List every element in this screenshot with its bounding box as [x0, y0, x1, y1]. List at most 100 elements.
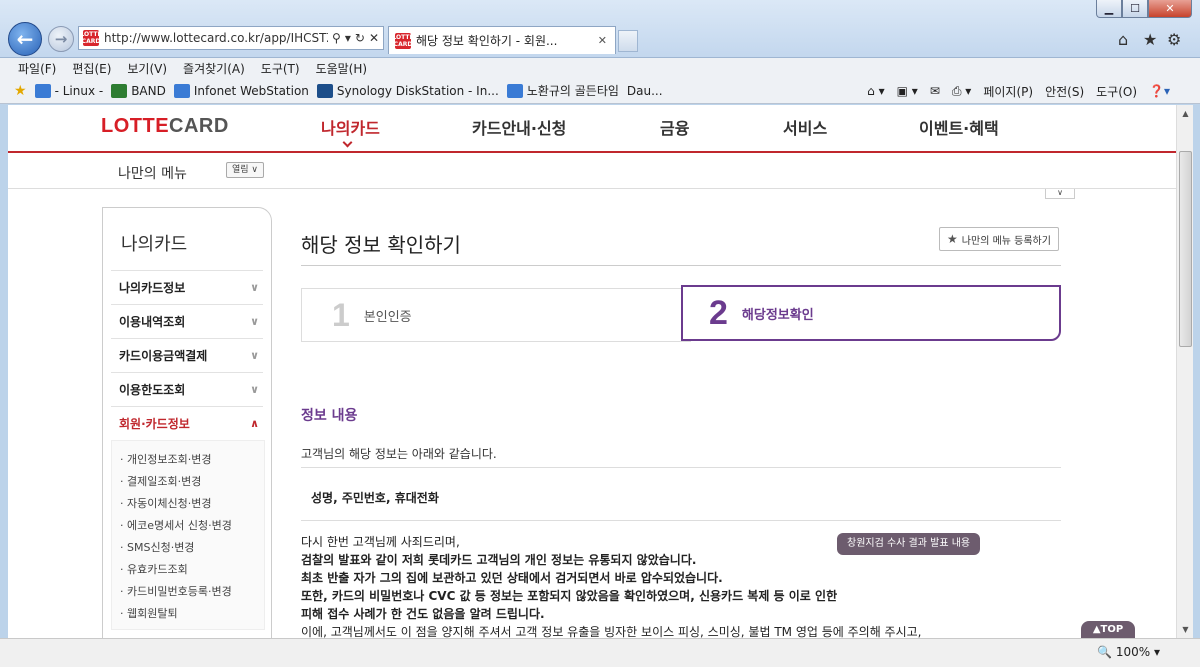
step-indicator: 1 본인인증 2 해당정보확인 [301, 285, 1061, 342]
dropdown-icon[interactable]: ▾ [345, 31, 351, 45]
favorites-star-add-icon[interactable]: ★ [14, 83, 27, 99]
my-menu-open-button[interactable]: 열림 ∨ [226, 162, 264, 178]
dsm-icon [316, 83, 333, 98]
minimize-button[interactable]: ▁ [1096, 0, 1122, 18]
zoom-level[interactable]: 🔍 100% ▾ [1097, 645, 1160, 659]
mail-icon[interactable]: ✉ [930, 84, 940, 98]
lnb-sub-item[interactable]: · 유효카드조회 [120, 561, 188, 577]
search-icon[interactable]: ⚲ [332, 31, 341, 45]
gnb-event[interactable]: 이벤트·혜택 [919, 115, 999, 139]
menu-tools[interactable]: 도구(T) [261, 60, 300, 77]
lnb-item-mycard-info[interactable]: 나의카드정보 ∨ [111, 270, 263, 304]
gnb-mycard[interactable]: 나의카드 [321, 115, 380, 139]
lnb-item-usage[interactable]: 이용내역조회 ∨ [111, 304, 263, 338]
menu-help[interactable]: 도움말(H) [316, 60, 368, 77]
lnb-sub-item[interactable]: · 개인정보조회·변경 [120, 451, 211, 467]
step-2-number: 2 [709, 293, 728, 332]
lnb-sub-item[interactable]: · 자동이체신청·변경 [120, 495, 211, 511]
collapse-chevron-icon[interactable]: ∨ [1045, 189, 1075, 199]
lottecard-logo[interactable]: LOTTECARD [101, 115, 229, 138]
lnb-title: 나의카드 [121, 234, 188, 255]
ie-page-icon [506, 83, 523, 98]
divider [301, 467, 1061, 468]
refresh-icon[interactable]: ↻ [355, 31, 365, 45]
favorites-star-icon[interactable]: ★ [1143, 30, 1157, 49]
tab-title: 해당 정보 확인하기 - 회원... [416, 34, 558, 48]
notice-line: 이에, 고객님께서도 이 점을 양지해 주셔서 고객 정보 유출을 빙자한 보이… [301, 625, 922, 638]
section-title: 정보 내용 [301, 408, 358, 424]
chevron-down-icon: ∨ [250, 383, 259, 396]
scroll-up-icon[interactable]: ▲ [1177, 105, 1194, 122]
step-2-label: 해당정보확인 [741, 307, 814, 323]
address-url[interactable]: http://www.lottecard.co.kr/app/IHCSTZ [104, 31, 328, 45]
page-menu[interactable]: 페이지(P) [983, 83, 1033, 100]
gnb-service[interactable]: 서비스 [783, 115, 827, 139]
chevron-down-icon: ∨ [250, 315, 259, 328]
lnb-sub-item[interactable]: · 웹회원탈퇴 [120, 605, 178, 621]
gear-icon[interactable]: ⚙ [1167, 30, 1181, 49]
favorite-synology[interactable]: Synology DiskStation - In... [316, 83, 499, 98]
scrollbar-thumb[interactable] [1179, 151, 1192, 347]
favorite-linux[interactable]: - Linux - [34, 83, 103, 98]
favorite-goldentime[interactable]: 노환규의 골든타임 [506, 82, 619, 99]
add-my-menu-button[interactable]: ★ 나만의 메뉴 등록하기 [939, 227, 1059, 251]
home-cmd-icon[interactable]: ⌂ ▾ [867, 84, 884, 98]
step-1-label: 본인인증 [363, 309, 412, 325]
notice-line: 또한, 카드의 비밀번호나 CVC 값 등 정보는 포함되지 않았음을 확인하였… [301, 589, 838, 603]
browser-titlebar: ▁ ☐ ✕ ← → LOTTE CARD http://www.lottecard… [0, 0, 1200, 58]
favorite-daum[interactable]: Dau... [627, 84, 663, 98]
close-window-button[interactable]: ✕ [1148, 0, 1192, 18]
menu-file[interactable]: 파일(F) [18, 60, 56, 77]
step-2-active: 2 해당정보확인 [681, 285, 1061, 341]
gnb-card-guide[interactable]: 카드안내·신청 [472, 115, 566, 139]
lnb-item-member-card[interactable]: 회원·카드정보 ∧ [111, 406, 263, 440]
help-icon[interactable]: ❓▾ [1149, 84, 1170, 98]
favorite-band[interactable]: BAND [111, 83, 166, 98]
menu-edit[interactable]: 편집(E) [72, 60, 111, 77]
chevron-down-icon: ∨ [250, 349, 259, 362]
address-bar[interactable]: LOTTE CARD http://www.lottecard.co.kr/app… [78, 26, 384, 50]
ie-page-icon [173, 83, 190, 98]
global-nav: LOTTECARD 나의카드 카드안내·신청 금융 서비스 이벤트·혜택 [8, 105, 1176, 153]
scroll-down-icon[interactable]: ▼ [1177, 621, 1194, 638]
maximize-button[interactable]: ☐ [1122, 0, 1148, 18]
favorite-infonet[interactable]: Infonet WebStation [173, 83, 309, 98]
print-icon[interactable]: ⎙ ▾ [952, 84, 971, 99]
tab-close-icon[interactable]: ✕ [596, 34, 609, 47]
gnb-active-caret-icon [342, 137, 353, 148]
lnb-item-payment[interactable]: 카드이용금액결제 ∨ [111, 338, 263, 372]
menu-view[interactable]: 보기(V) [127, 60, 167, 77]
lnb-sub-item[interactable]: · 에코e명세서 신청·변경 [120, 517, 232, 533]
lnb-sub-item[interactable]: · 결제일조회·변경 [120, 473, 201, 489]
new-tab-button[interactable] [618, 30, 638, 52]
left-nav: 나의카드 나의카드정보 ∨ 이용내역조회 ∨ 카드이용금액결제 ∨ 이용한도조회 ∨ 회… [102, 207, 272, 638]
notice-line: 최초 반출 자가 그의 집에 보관하고 있던 상태에서 검거되면서 바로 압수되… [301, 571, 723, 585]
ie-page-icon [34, 83, 51, 98]
lnb-sub-item[interactable]: · 카드비밀번호등록·변경 [120, 583, 232, 599]
safety-menu[interactable]: 안전(S) [1045, 83, 1084, 100]
menu-bar: 파일(F) 편집(E) 보기(V) 즐겨찾기(A) 도구(T) 도움말(H) [0, 58, 1200, 78]
star-icon: ★ [947, 232, 958, 246]
browser-tab[interactable]: LOTTE CARD 해당 정보 확인하기 - 회원... ✕ [388, 26, 616, 54]
rss-icon[interactable]: ▣ ▾ [897, 84, 918, 98]
lnb-submenu: · 개인정보조회·변경 · 결제일조회·변경 · 자동이체신청·변경 · 에코e… [111, 440, 265, 630]
forward-button[interactable]: → [48, 26, 74, 52]
tab-favicon-icon: LOTTE CARD [392, 32, 414, 49]
lnb-item-limit[interactable]: 이용한도조회 ∨ [111, 372, 263, 406]
stop-icon[interactable]: ✕ [369, 31, 379, 45]
my-menu-bar: 나만의 메뉴 열림 ∨ [8, 153, 1176, 189]
vertical-scrollbar[interactable]: ▲ ▼ [1176, 105, 1193, 638]
tools-menu[interactable]: 도구(O) [1096, 83, 1137, 100]
scroll-top-button[interactable]: ▲TOP [1081, 621, 1135, 638]
lnb-sub-item[interactable]: · SMS신청·변경 [120, 539, 194, 555]
back-button[interactable]: ← [8, 22, 42, 56]
menu-favorites[interactable]: 즐겨찾기(A) [183, 60, 245, 77]
window-controls: ▁ ☐ ✕ [1096, 0, 1192, 18]
investigation-result-link[interactable]: 창원지검 수사 결과 발표 내용 [837, 533, 981, 555]
command-bar: ⌂ ▾ ▣ ▾ ✉ ⎙ ▾ 페이지(P) 안전(S) 도구(O) ❓▾ [855, 78, 1170, 104]
chevron-down-icon: ∨ [250, 281, 259, 294]
notice-line: 피해 접수 사례가 한 건도 없음을 알려 드립니다. [301, 607, 545, 621]
home-icon[interactable]: ⌂ [1118, 30, 1128, 49]
my-menu-label: 나만의 메뉴 [118, 166, 187, 182]
gnb-finance[interactable]: 금융 [660, 115, 689, 139]
